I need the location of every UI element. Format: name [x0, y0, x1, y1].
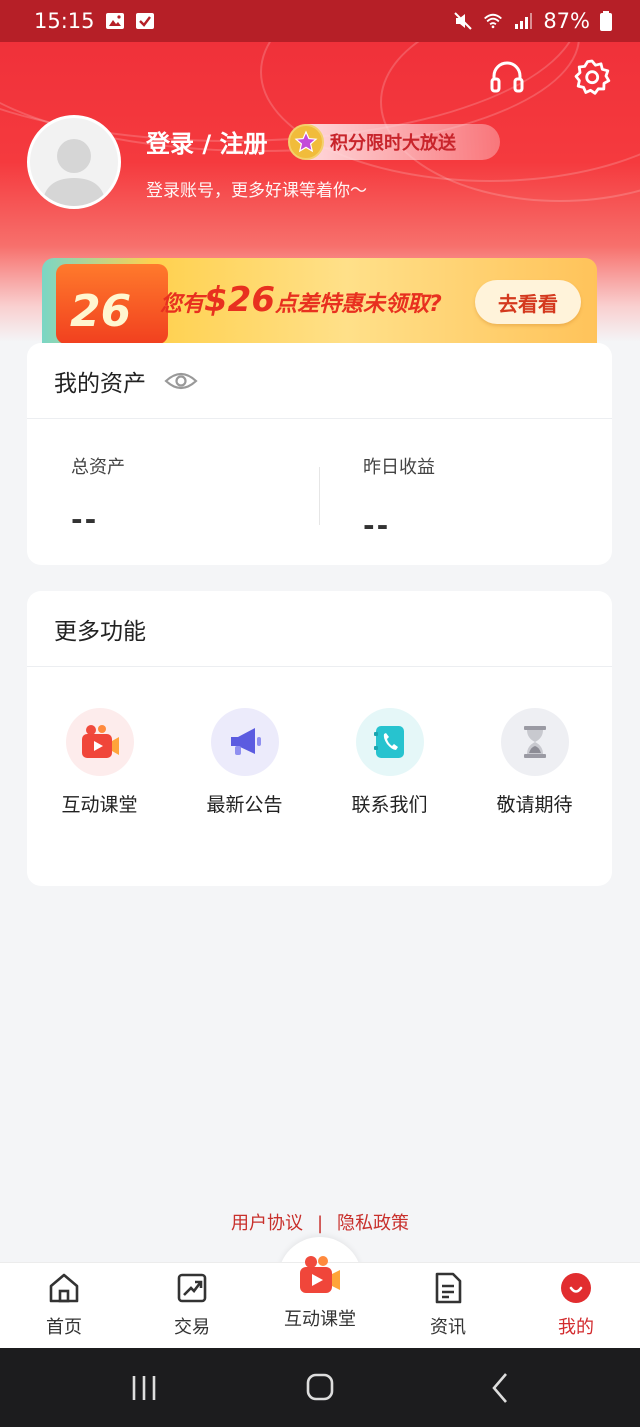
wifi-icon — [484, 13, 503, 29]
signal-icon — [515, 13, 533, 29]
home-button-icon[interactable] — [300, 1370, 340, 1406]
tab-label: 资讯 — [430, 1317, 466, 1338]
feature-contact-us[interactable]: 联系我们 — [317, 708, 462, 817]
feature-label: 互动课堂 — [61, 794, 138, 816]
eye-visibility-icon[interactable] — [164, 369, 198, 393]
feature-label: 联系我们 — [351, 794, 428, 816]
me-icon — [561, 1273, 591, 1303]
tab-news[interactable]: 资讯 — [384, 1263, 512, 1349]
privacy-policy-link[interactable]: 隐私政策 — [337, 1209, 409, 1235]
total-assets: 总资产 -- — [71, 419, 301, 565]
link-separator: | — [316, 1213, 324, 1234]
more-features-header: 更多功能 — [27, 591, 612, 667]
banner-gift-number: 26 — [70, 286, 132, 337]
user-agreement-link[interactable]: 用户协议 — [231, 1209, 303, 1235]
status-time: 15:15 — [34, 9, 95, 33]
recent-apps-icon[interactable] — [124, 1370, 164, 1406]
tab-home[interactable]: 首页 — [0, 1263, 128, 1349]
banner-text-amount: $26 — [204, 280, 275, 320]
yesterday-earnings-label: 昨日收益 — [363, 457, 435, 478]
tab-label: 互动课堂 — [284, 1309, 356, 1330]
news-icon — [435, 1272, 462, 1304]
video-class-icon — [65, 708, 134, 776]
more-features-title: 更多功能 — [54, 618, 146, 645]
trade-icon — [177, 1273, 207, 1303]
more-features-card: 更多功能 互动课堂 最新公告 联系我们 敬请期待 — [27, 591, 612, 886]
phone-book-icon — [355, 708, 424, 776]
star-badge-icon — [288, 124, 324, 160]
feature-label: 最新公告 — [206, 794, 283, 816]
my-assets-card: 我的资产 总资产 -- 昨日收益 -- — [27, 343, 612, 565]
headset-icon[interactable] — [488, 58, 526, 96]
total-assets-value: -- — [71, 503, 99, 536]
points-promo-text: 积分限时大放送 — [330, 133, 456, 154]
feature-coming-soon[interactable]: 敬请期待 — [462, 708, 607, 817]
banner-text-suffix: 点差特惠未领取? — [275, 292, 442, 317]
tab-label: 首页 — [46, 1317, 82, 1338]
status-bar: 15:15 87% — [0, 0, 640, 42]
back-icon[interactable] — [482, 1370, 522, 1406]
feature-interactive-class[interactable]: 互动课堂 — [27, 708, 172, 817]
tab-label: 交易 — [174, 1317, 210, 1338]
feature-label: 敬请期待 — [496, 794, 573, 816]
points-promo-badge[interactable]: 积分限时大放送 — [288, 124, 500, 160]
battery-icon — [600, 11, 612, 31]
footer-links: 用户协议 | 隐私政策 — [0, 1209, 640, 1235]
home-icon — [49, 1273, 79, 1303]
tab-me[interactable]: 我的 — [512, 1263, 640, 1349]
avatar[interactable] — [27, 115, 121, 209]
my-assets-title: 我的资产 — [54, 370, 146, 397]
feature-announcements[interactable]: 最新公告 — [172, 708, 317, 817]
gallery-notification-icon — [105, 13, 124, 29]
system-navigation-bar — [0, 1348, 640, 1427]
login-register-link[interactable]: 登录 / 注册 — [146, 124, 267, 159]
yesterday-earnings: 昨日收益 -- — [363, 419, 593, 565]
tab-interactive-class[interactable]: 互动课堂 — [256, 1256, 384, 1349]
tab-label: 我的 — [558, 1317, 594, 1338]
tab-trade[interactable]: 交易 — [128, 1263, 256, 1349]
yesterday-earnings-value: -- — [363, 509, 391, 542]
banner-go-button[interactable]: 去看看 — [475, 280, 581, 324]
login-subtitle: 登录账号，更多好课等着你～ — [146, 181, 367, 201]
settings-gear-icon[interactable] — [573, 58, 611, 96]
mute-icon — [454, 12, 473, 30]
assets-divider — [319, 467, 320, 525]
banner-text-prefix: 您有 — [160, 292, 205, 317]
total-assets-label: 总资产 — [71, 457, 125, 478]
default-user-icon — [42, 139, 106, 206]
bottom-tab-bar: 首页 交易 互动课堂 资讯 我的 — [0, 1256, 640, 1349]
spread-discount-banner[interactable]: 26 您有$26点差特惠未领取? 去看看 — [42, 258, 597, 344]
hourglass-icon — [500, 708, 569, 776]
banner-text: 您有$26点差特惠未领取? — [160, 280, 442, 320]
my-assets-header: 我的资产 — [27, 343, 612, 419]
megaphone-icon — [210, 708, 279, 776]
battery-percent: 87% — [543, 9, 590, 33]
check-notification-icon — [135, 13, 154, 29]
video-class-icon — [300, 1256, 340, 1293]
